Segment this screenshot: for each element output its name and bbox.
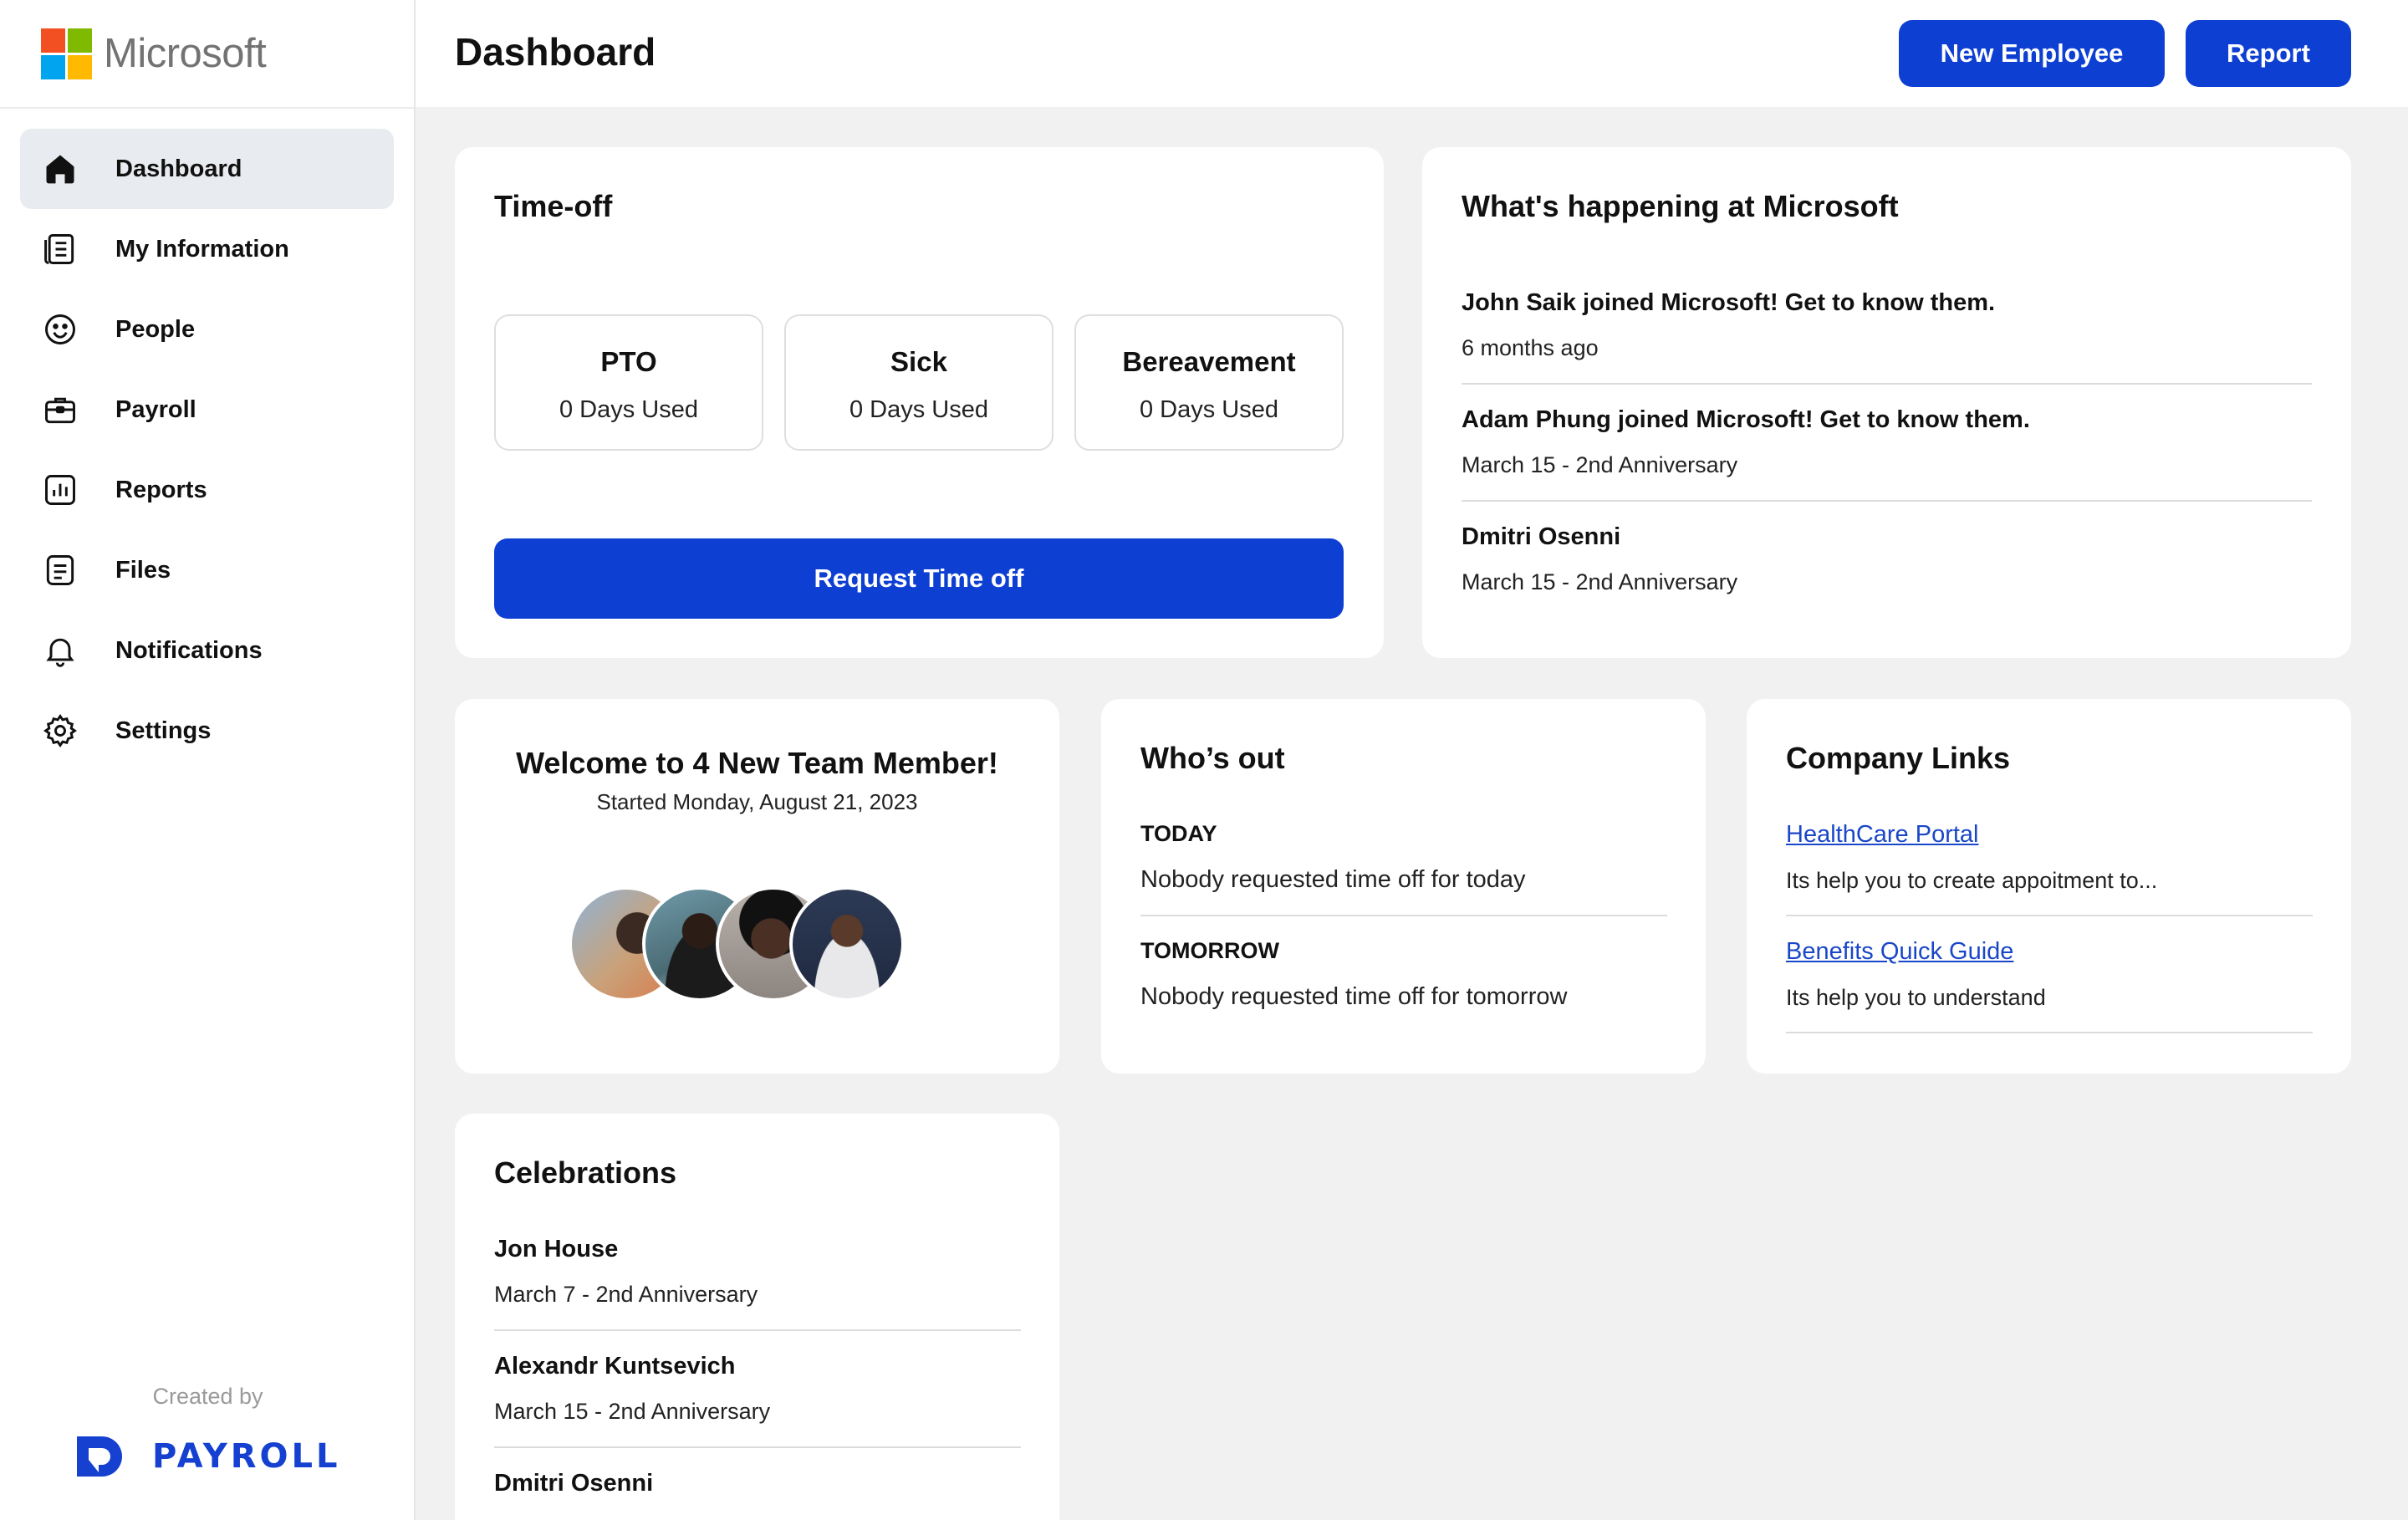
celebration-name: Dmitri Osenni bbox=[494, 1470, 654, 1497]
sidebar-item-label: Settings bbox=[115, 717, 212, 744]
time-off-type: PTO bbox=[600, 346, 657, 377]
divider bbox=[1786, 1032, 2313, 1033]
benefits-quick-guide-link[interactable]: Benefits Quick Guide bbox=[1786, 938, 2013, 966]
card-title: Company Links bbox=[1786, 741, 2011, 775]
today-text: Nobody requested time off for today bbox=[1140, 866, 1526, 893]
feed-item-subtitle: March 15 - 2nd Anniversary bbox=[1462, 569, 1738, 594]
divider bbox=[494, 1446, 1021, 1448]
sidebar-item-settings[interactable]: Settings bbox=[20, 691, 394, 771]
sidebar: Microsoft Dashboard My Information Peopl… bbox=[0, 0, 416, 1520]
feed-item-title: John Saik joined Microsoft! Get to know … bbox=[1462, 289, 1996, 316]
sidebar-item-label: Notifications bbox=[115, 636, 263, 664]
welcome-subtitle: Started Monday, August 21, 2023 bbox=[596, 789, 918, 814]
payroll-logo-icon bbox=[77, 1436, 122, 1477]
whats-happening-card: What's happening at Microsoft John Saik … bbox=[1422, 147, 2351, 658]
time-off-card: Time-off PTO 0 Days Used Sick 0 Days Use… bbox=[455, 147, 1384, 658]
tomorrow-text: Nobody requested time off for tomorrow bbox=[1140, 983, 1568, 1010]
sidebar-item-label: Files bbox=[115, 556, 171, 584]
card-title: What's happening at Microsoft bbox=[1462, 189, 1899, 223]
created-by-label: Created by bbox=[152, 1384, 263, 1409]
feed-item-subtitle: 6 months ago bbox=[1462, 335, 1599, 360]
list-item[interactable]: Alexandr Kuntsevich March 15 - 2nd Anniv… bbox=[494, 1353, 1021, 1425]
divider bbox=[1462, 383, 2312, 385]
celebrations-card: Celebrations Jon House March 7 - 2nd Ann… bbox=[455, 1114, 1059, 1520]
time-off-type: Bereavement bbox=[1122, 346, 1296, 377]
list-item[interactable]: John Saik joined Microsoft! Get to know … bbox=[1462, 289, 2312, 361]
bell-icon bbox=[42, 632, 79, 669]
gear-icon bbox=[42, 712, 79, 749]
sidebar-item-notifications[interactable]: Notifications bbox=[20, 610, 394, 691]
smiley-icon bbox=[42, 311, 79, 348]
card-title: Who’s out bbox=[1140, 741, 1285, 775]
list-item[interactable]: Adam Phung joined Microsoft! Get to know… bbox=[1462, 406, 2312, 478]
brand-name: Microsoft bbox=[104, 31, 267, 76]
avatar[interactable] bbox=[789, 886, 905, 1002]
pto-box: PTO 0 Days Used bbox=[494, 314, 763, 451]
report-button[interactable]: Report bbox=[2186, 20, 2351, 87]
home-icon bbox=[42, 150, 79, 187]
time-off-used: 0 Days Used bbox=[1139, 396, 1278, 423]
divider bbox=[1462, 500, 2312, 502]
celebration-name: Jon House bbox=[494, 1236, 619, 1262]
feed-item-subtitle: March 15 - 2nd Anniversary bbox=[1462, 452, 1738, 477]
welcome-title: Welcome to 4 New Team Member! bbox=[516, 746, 998, 780]
link-description: Its help you to understand bbox=[1786, 985, 2046, 1010]
file-icon bbox=[42, 552, 79, 589]
sidebar-item-dashboard[interactable]: Dashboard bbox=[20, 129, 394, 209]
celebration-subtitle: March 15 - 2nd Anniversary bbox=[494, 1399, 771, 1424]
celebration-name: Alexandr Kuntsevich bbox=[494, 1353, 736, 1380]
celebration-subtitle: March 7 - 2nd Anniversary bbox=[494, 1282, 758, 1307]
time-off-type: Sick bbox=[890, 346, 947, 377]
list-item[interactable]: Dmitri Osenni bbox=[494, 1470, 1021, 1497]
feed-item-title: Adam Phung joined Microsoft! Get to know… bbox=[1462, 406, 2030, 433]
sidebar-item-label: My Information bbox=[115, 235, 289, 263]
company-links-card: Company Links HealthCare Portal Its help… bbox=[1747, 699, 2351, 1074]
card-title: Celebrations bbox=[494, 1155, 677, 1190]
sidebar-item-label: Reports bbox=[115, 476, 207, 503]
time-off-used: 0 Days Used bbox=[849, 396, 988, 423]
sidebar-item-label: Dashboard bbox=[115, 155, 242, 182]
card-title: Time-off bbox=[494, 189, 613, 223]
new-member-avatars bbox=[569, 886, 920, 1002]
divider bbox=[1786, 915, 2313, 916]
new-employee-button[interactable]: New Employee bbox=[1899, 20, 2165, 87]
top-header: Dashboard New Employee Report bbox=[416, 0, 2408, 107]
payroll-logo: PAYROLL bbox=[74, 1431, 341, 1482]
sidebar-item-people[interactable]: People bbox=[20, 289, 394, 370]
healthcare-portal-link[interactable]: HealthCare Portal bbox=[1786, 821, 1979, 849]
tomorrow-label: TOMORROW bbox=[1140, 938, 1279, 963]
sick-box: Sick 0 Days Used bbox=[784, 314, 1054, 451]
divider bbox=[494, 1329, 1021, 1331]
sidebar-item-label: Payroll bbox=[115, 395, 196, 423]
request-time-off-button[interactable]: Request Time off bbox=[494, 538, 1344, 619]
page-title: Dashboard bbox=[455, 30, 656, 74]
sidebar-item-files[interactable]: Files bbox=[20, 530, 394, 610]
sidebar-item-reports[interactable]: Reports bbox=[20, 450, 394, 530]
brand-logo[interactable]: Microsoft bbox=[0, 0, 414, 109]
divider bbox=[1140, 915, 1667, 916]
sidebar-item-label: People bbox=[115, 315, 196, 343]
whos-out-card: Who’s out TODAY Nobody requested time of… bbox=[1101, 699, 1706, 1074]
bar-chart-icon bbox=[42, 472, 79, 508]
feed-item-title: Dmitri Osenni bbox=[1462, 523, 1621, 550]
sidebar-nav: Dashboard My Information People Payroll … bbox=[0, 109, 414, 771]
time-off-used: 0 Days Used bbox=[559, 396, 698, 423]
welcome-card: Welcome to 4 New Team Member! Started Mo… bbox=[455, 699, 1059, 1074]
list-item[interactable]: Jon House March 7 - 2nd Anniversary bbox=[494, 1236, 1021, 1308]
microsoft-logo-icon bbox=[41, 28, 92, 79]
list-item[interactable]: Dmitri Osenni March 15 - 2nd Anniversary bbox=[1462, 523, 2312, 595]
document-list-icon bbox=[42, 231, 79, 268]
payroll-brand-name: PAYROLL bbox=[152, 1437, 341, 1476]
briefcase-icon bbox=[42, 391, 79, 428]
sidebar-item-payroll[interactable]: Payroll bbox=[20, 370, 394, 450]
link-description: Its help you to create appoitment to... bbox=[1786, 868, 2158, 893]
sidebar-item-my-information[interactable]: My Information bbox=[20, 209, 394, 289]
bereavement-box: Bereavement 0 Days Used bbox=[1074, 314, 1344, 451]
today-label: TODAY bbox=[1140, 821, 1217, 846]
